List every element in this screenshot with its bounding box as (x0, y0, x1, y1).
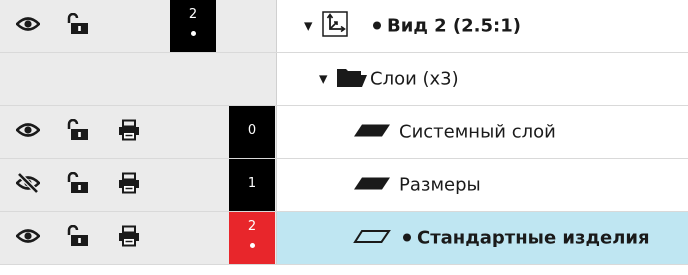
tree-row-layer[interactable]: 1 Размеры (0, 159, 688, 212)
view-name: Вид 2 (2.5:1) (387, 15, 521, 37)
eye-icon[interactable] (15, 228, 41, 248)
tree-row-view[interactable]: 2 ▼ Вид 2 (2.5:1) (0, 0, 688, 53)
row-controls: 2 (0, 212, 277, 264)
view-axes-icon (322, 11, 348, 41)
layer-icon (353, 176, 391, 195)
eye-icon[interactable] (15, 16, 41, 36)
layer-icon (353, 123, 391, 142)
layer-number: 1 (247, 176, 257, 191)
layer-number: 2 (247, 219, 257, 234)
layer-number-badge-current: 2 (229, 212, 275, 264)
current-bullet (373, 21, 381, 29)
view-number-badge: 2 (170, 0, 216, 52)
tree-row-label: Стандартные изделия (403, 228, 650, 249)
layer-name: Размеры (399, 174, 481, 196)
layer-name: Стандартные изделия (417, 227, 650, 249)
row-controls: 0 (0, 106, 277, 158)
current-dot (190, 31, 196, 36)
current-dot (249, 243, 255, 248)
folder-name: Слои (x3) (370, 68, 459, 90)
layers-tree: 2 ▼ Вид 2 (2.5:1) ▼ Слои (x3) 0 Системны… (0, 0, 688, 275)
expand-arrow-icon[interactable]: ▼ (304, 20, 312, 33)
lock-open-icon[interactable] (67, 12, 89, 39)
view-number: 2 (188, 7, 198, 22)
current-bullet (403, 233, 411, 241)
tree-row-layers-folder[interactable]: ▼ Слои (x3) (0, 53, 688, 106)
layer-name: Системный слой (399, 121, 556, 143)
eye-slash-icon[interactable] (15, 172, 41, 198)
lock-open-icon[interactable] (67, 224, 89, 251)
printer-icon[interactable] (118, 225, 140, 251)
layer-outline-icon (353, 229, 391, 248)
tree-row-layer-selected[interactable]: 2 Стандартные изделия (0, 212, 688, 265)
lock-open-icon[interactable] (67, 118, 89, 145)
row-controls (0, 53, 277, 105)
tree-row-label: Вид 2 (2.5:1) (373, 16, 521, 37)
row-controls: 2 (0, 0, 277, 52)
printer-icon[interactable] (118, 172, 140, 198)
lock-open-icon[interactable] (67, 171, 89, 198)
row-controls: 1 (0, 159, 277, 211)
folder-icon (336, 66, 368, 92)
tree-row-layer[interactable]: 0 Системный слой (0, 106, 688, 159)
printer-icon[interactable] (118, 119, 140, 145)
layer-number: 0 (247, 123, 257, 138)
layer-number-badge: 1 (229, 159, 275, 211)
expand-arrow-icon[interactable]: ▼ (319, 73, 327, 86)
layer-number-badge: 0 (229, 106, 275, 158)
eye-icon[interactable] (15, 122, 41, 142)
